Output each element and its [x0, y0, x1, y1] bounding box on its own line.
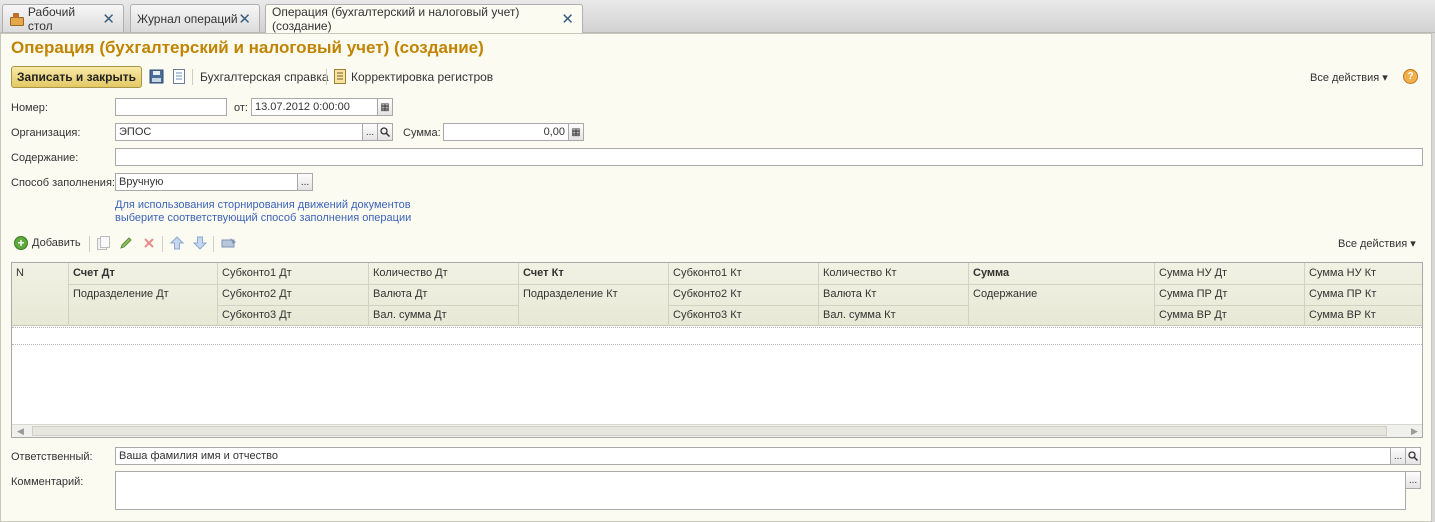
col-sum-pr-kt-header[interactable]: Сумма ПР Кт — [1305, 284, 1376, 304]
move-up-icon[interactable] — [170, 236, 184, 250]
search-glyph — [1408, 451, 1418, 461]
col-quantity-kt-header[interactable]: Количество Кт — [819, 263, 897, 283]
col-sum-pr-dt-header[interactable]: Сумма ПР Дт — [1155, 284, 1227, 304]
close-icon[interactable]: ✕ — [238, 10, 251, 28]
search-icon[interactable] — [377, 123, 393, 141]
fill-method-hint-line1: Для использования сторнирования движений… — [115, 199, 411, 211]
col-division-kt-header[interactable]: Подразделение Кт — [519, 284, 618, 304]
fill-method-hint-line2: выберите соответствующий способ заполнен… — [115, 212, 412, 224]
col-subconto1-dt-header[interactable]: Субконто1 Дт — [218, 263, 292, 283]
tab-desktop[interactable]: Рабочий стол ✕ — [2, 4, 124, 33]
registers-icon — [334, 69, 346, 84]
chevron-down-icon: ▾ — [1382, 72, 1388, 84]
col-n-header[interactable]: N — [12, 263, 24, 283]
toolbar-separator — [192, 69, 193, 85]
responsible-label: Ответственный: — [11, 451, 93, 463]
col-account-kt-header[interactable]: Счет Кт — [519, 263, 564, 283]
search-icon[interactable] — [1405, 447, 1421, 465]
content-field[interactable] — [115, 148, 1423, 166]
col-subconto2-dt-header[interactable]: Субконто2 Дт — [218, 284, 292, 304]
home-icon — [9, 12, 24, 26]
tab-desktop-label: Рабочий стол — [27, 4, 76, 33]
add-row-button[interactable]: + Добавить — [14, 236, 81, 250]
horizontal-scrollbar[interactable]: ◀ ▶ — [12, 424, 1422, 437]
organization-field[interactable]: ЭПОС — [115, 123, 363, 141]
date-field[interactable]: 13.07.2012 0:00:00 — [251, 98, 378, 116]
select-button[interactable]: ... — [297, 173, 313, 191]
accounting-reference-button[interactable]: Бухгалтерская справка — [200, 70, 329, 84]
add-icon: + — [14, 236, 28, 250]
delete-icon[interactable] — [142, 236, 156, 250]
chevron-down-icon: ▾ — [1410, 238, 1416, 250]
select-button[interactable]: ... — [1390, 447, 1406, 465]
tab-bar: Рабочий стол ✕ Журнал операций ✕ Операци… — [0, 0, 1435, 33]
col-division-dt-header[interactable]: Подразделение Дт — [69, 284, 169, 304]
col-quantity-dt-header[interactable]: Количество Дт — [369, 263, 448, 283]
col-cur-sum-dt-header[interactable]: Вал. сумма Дт — [369, 305, 447, 325]
col-subconto1-kt-header[interactable]: Субконто1 Кт — [669, 263, 742, 283]
col-subconto3-dt-header[interactable]: Субконто3 Дт — [218, 305, 292, 325]
col-currency-kt-header[interactable]: Валюта Кт — [819, 284, 876, 304]
number-label: Номер: — [11, 102, 48, 114]
col-subconto2-kt-header[interactable]: Субконто2 Кт — [669, 284, 742, 304]
toolbar-separator — [213, 236, 214, 252]
select-button[interactable]: ... — [362, 123, 378, 141]
col-sum-nu-kt-header[interactable]: Сумма НУ Кт — [1305, 263, 1376, 283]
fill-method-field[interactable]: Вручную — [115, 173, 298, 191]
table-all-actions-menu[interactable]: Все действия ▾ — [1338, 237, 1416, 250]
col-subconto3-kt-header[interactable]: Субконто3 Кт — [669, 305, 742, 325]
save-and-close-button[interactable]: Записать и закрыть — [11, 66, 142, 88]
sum-label: Сумма: — [403, 127, 441, 139]
toolbar-separator — [89, 236, 90, 252]
col-cur-sum-kt-header[interactable]: Вал. сумма Кт — [819, 305, 896, 325]
add-label: Добавить — [32, 237, 81, 249]
responsible-field[interactable]: Ваша фамилия имя и отчество — [115, 447, 1391, 465]
fill-method-label: Способ заполнения: — [11, 177, 115, 189]
scroll-thumb[interactable] — [32, 426, 1387, 436]
date-label: от: — [234, 102, 248, 114]
table-all-actions-label: Все действия — [1338, 238, 1408, 250]
tab-journal-label: Журнал операций — [137, 11, 238, 26]
fill-icon[interactable] — [221, 237, 237, 249]
comment-label: Комментарий: — [11, 476, 84, 488]
col-account-dt-header[interactable]: Счет Дт — [69, 263, 115, 283]
scroll-left-icon[interactable]: ◀ — [17, 426, 24, 437]
all-actions-label: Все действия — [1310, 72, 1380, 84]
content-label: Содержание: — [11, 152, 79, 164]
scroll-right-icon[interactable]: ▶ — [1411, 426, 1418, 437]
tab-operations-journal[interactable]: Журнал операций ✕ — [130, 4, 260, 32]
document-icon[interactable] — [172, 69, 186, 84]
comment-field[interactable] — [115, 471, 1406, 510]
search-glyph — [380, 127, 390, 137]
col-content-header[interactable]: Содержание — [969, 284, 1037, 304]
tab-operation-label: Операция (бухгалтерский и налоговый учет… — [272, 5, 520, 33]
all-actions-menu[interactable]: Все действия ▾ — [1310, 71, 1388, 84]
help-icon[interactable]: ? — [1403, 69, 1418, 84]
col-currency-dt-header[interactable]: Валюта Дт — [369, 284, 427, 304]
tab-operation-create[interactable]: Операция (бухгалтерский и налоговый учет… — [265, 4, 583, 33]
entries-table[interactable]: N Счет Дт Подразделение Дт Субконто1 Дт … — [11, 262, 1423, 438]
col-sum-nu-dt-header[interactable]: Сумма НУ Дт — [1155, 263, 1227, 283]
calendar-icon[interactable]: ▦ — [377, 98, 393, 116]
col-sum-header[interactable]: Сумма — [969, 263, 1009, 283]
table-empty-row[interactable] — [12, 327, 1422, 345]
registers-adjust-button[interactable]: Корректировка регистров — [351, 70, 493, 84]
close-icon[interactable]: ✕ — [561, 10, 574, 28]
table-header: N Счет Дт Подразделение Дт Субконто1 Дт … — [12, 263, 1422, 326]
toolbar-separator — [326, 69, 327, 85]
col-sum-vr-kt-header[interactable]: Сумма ВР Кт — [1305, 305, 1376, 325]
toolbar-separator — [162, 236, 163, 252]
organization-label: Организация: — [11, 127, 81, 139]
number-field[interactable] — [115, 98, 227, 116]
page-title: Операция (бухгалтерский и налоговый учет… — [11, 38, 484, 57]
sum-field[interactable]: 0,00 — [443, 123, 569, 141]
select-button[interactable]: ... — [1405, 471, 1421, 489]
move-down-icon[interactable] — [193, 236, 207, 250]
close-icon[interactable]: ✕ — [102, 10, 115, 28]
edit-icon[interactable] — [119, 236, 133, 250]
copy-icon[interactable] — [96, 236, 110, 250]
calculator-icon[interactable]: ▦ — [568, 123, 584, 141]
save-icon[interactable] — [149, 69, 164, 84]
col-sum-vr-dt-header[interactable]: Сумма ВР Дт — [1155, 305, 1227, 325]
